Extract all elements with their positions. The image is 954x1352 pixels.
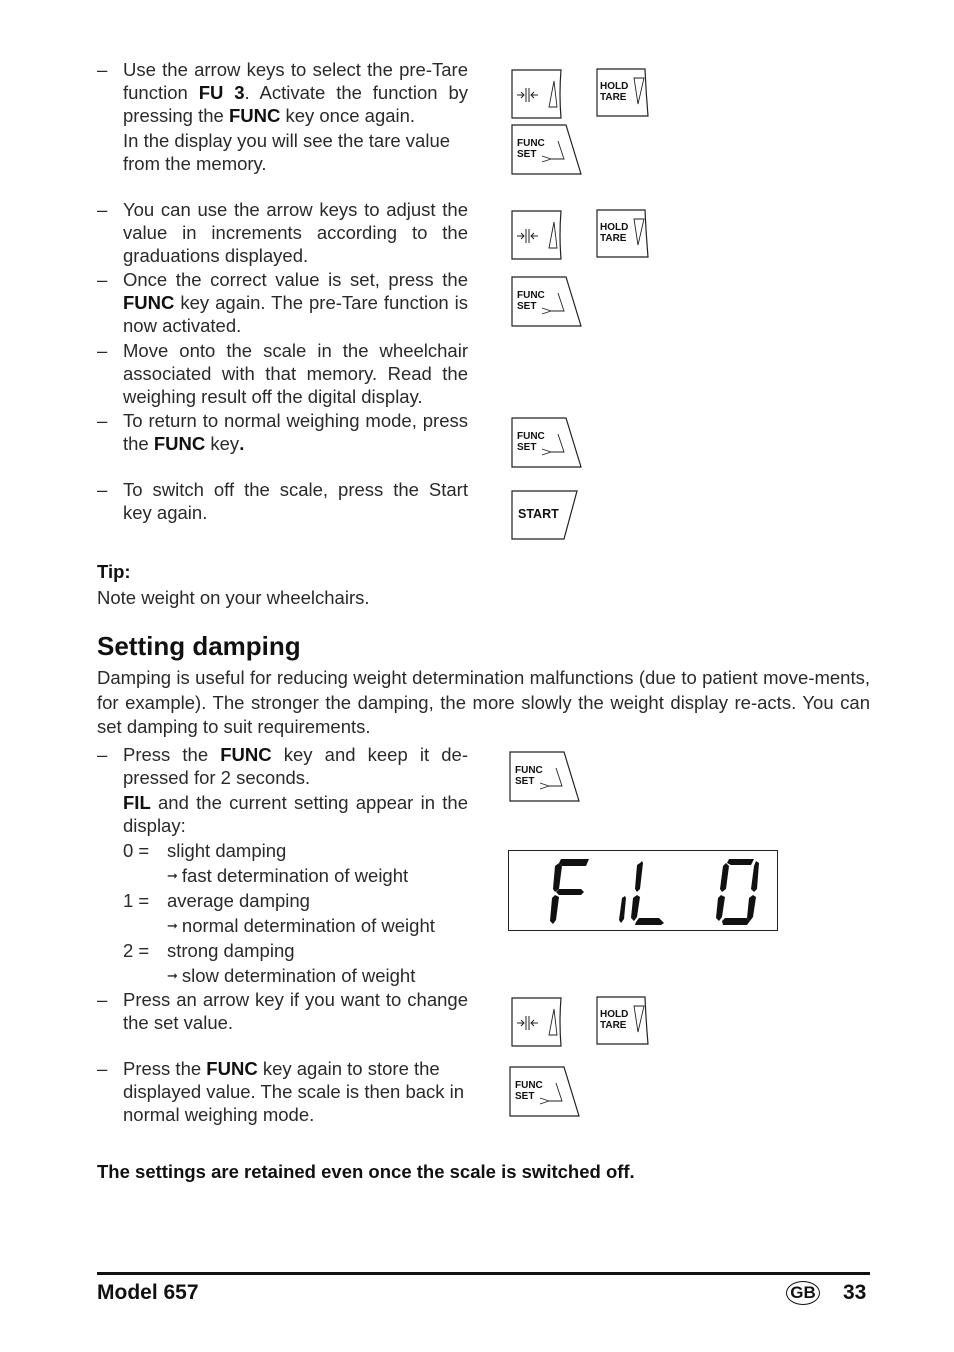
dash: – xyxy=(97,59,108,80)
hold-tare-key[interactable]: HOLD TARE xyxy=(596,68,652,118)
damping-settings-list: 0 = slight damping ➞ fast determination of… xyxy=(97,838,477,988)
arrow-icon: ➞ xyxy=(167,868,178,883)
step-store-value: – Press the FUNC key again to store the … xyxy=(97,1058,465,1125)
func-set-key[interactable]: FUNC SET xyxy=(511,417,583,469)
damping-intro: Damping is useful for reducing weight de… xyxy=(97,667,870,737)
segment xyxy=(619,896,626,923)
step-activate-pretare: – Once the correct value is set, press t… xyxy=(97,269,468,336)
arrow-up-key[interactable] xyxy=(511,69,565,121)
segment xyxy=(716,895,725,921)
func-set-key[interactable]: FUNC SET xyxy=(511,276,583,328)
lcd-display-fil-0 xyxy=(508,850,778,931)
setting-1: 1 = average damping xyxy=(123,890,310,911)
footer-rule xyxy=(97,1272,870,1275)
step-return-normal: – To return to normal weighing mode, pre… xyxy=(97,410,468,454)
segment xyxy=(631,895,640,921)
setting-2: 2 = strong damping xyxy=(123,940,295,961)
language-badge: GB xyxy=(786,1281,820,1305)
seven-segment-readout xyxy=(550,859,759,925)
setting-0: 0 = slight damping xyxy=(123,840,287,861)
func-set-key[interactable]: FUNC SET xyxy=(511,124,583,176)
segment xyxy=(635,861,643,892)
section-title-setting-damping: Setting damping xyxy=(97,631,301,661)
segment xyxy=(559,859,589,866)
settings-retained-note: The settings are retained even once the … xyxy=(97,1161,635,1182)
step-switch-off: – To switch off the scale, press the Sta… xyxy=(97,479,468,523)
step-press-func-hold: – Press the FUNC key and keep it de-pres… xyxy=(97,744,468,836)
hold-tare-key[interactable]: HOLD TARE xyxy=(596,209,652,259)
start-key[interactable]: START xyxy=(511,490,579,541)
step-adjust-value: – You can use the arrow keys to adjust t… xyxy=(97,199,468,266)
segment xyxy=(550,895,559,924)
segment xyxy=(722,918,750,925)
page-number: 33 xyxy=(843,1281,867,1304)
segment xyxy=(751,861,759,892)
arrow-icon: ➞ xyxy=(167,968,178,983)
arrow-icon: ➞ xyxy=(167,918,178,933)
tip-label: Tip: xyxy=(97,561,131,582)
step-select-pretare: – Use the arrow keys to select the pre-T… xyxy=(97,59,469,174)
segment xyxy=(727,859,754,865)
func-key-ref: FUNC xyxy=(228,105,281,126)
step-move-onto-scale: – Move onto the scale in the wheelchair … xyxy=(97,340,468,407)
tip-text: Note weight on your wheelchairs. xyxy=(97,587,370,608)
func-set-key[interactable]: FUNC SET xyxy=(509,751,581,803)
segment xyxy=(747,895,756,921)
segment xyxy=(553,863,562,892)
arrow-up-key[interactable] xyxy=(511,210,565,262)
fu3-label: FU 3 xyxy=(198,82,245,103)
segment xyxy=(720,863,729,892)
segment xyxy=(635,918,664,925)
step-press-arrow: – Press an arrow key if you want to chan… xyxy=(97,989,468,1033)
hold-tare-key[interactable]: HOLD TARE xyxy=(596,996,652,1046)
segment xyxy=(556,889,584,895)
func-set-key[interactable]: FUNC SET xyxy=(509,1066,581,1118)
footer-model: Model 657 xyxy=(97,1281,199,1304)
arrow-up-key[interactable] xyxy=(511,997,565,1049)
